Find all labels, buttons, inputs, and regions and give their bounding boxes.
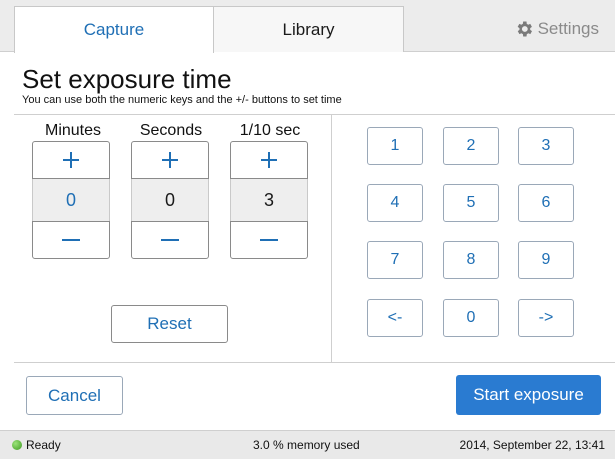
key-3[interactable]: 3	[518, 127, 574, 165]
page-subtitle: You can use both the numeric keys and th…	[22, 94, 342, 106]
divider-vertical	[331, 115, 332, 362]
key-8[interactable]: 8	[443, 241, 499, 279]
tab-capture-label: Capture	[83, 20, 145, 39]
key-2[interactable]: 2	[443, 127, 499, 165]
divider-top	[14, 114, 615, 115]
gear-icon	[517, 21, 532, 37]
key-1[interactable]: 1	[367, 127, 423, 165]
status-bar: Ready 3.0 % memory used 2014, September …	[0, 430, 615, 459]
start-exposure-button[interactable]: Start exposure	[456, 375, 601, 415]
page-title: Set exposure time	[22, 64, 232, 94]
status-datetime: 2014, September 22, 13:41	[459, 438, 605, 452]
minutes-label: Minutes	[44, 122, 102, 139]
memory-usage: 3.0 % memory used	[253, 438, 360, 452]
tenths-stepper: 3	[230, 141, 308, 259]
key-0[interactable]: 0	[443, 299, 499, 337]
minus-icon	[161, 239, 179, 241]
status-ready: Ready	[12, 438, 61, 452]
tab-settings[interactable]: Settings	[404, 6, 609, 52]
minutes-increment-button[interactable]	[32, 141, 110, 179]
tenths-increment-button[interactable]	[230, 141, 308, 179]
minus-icon	[260, 239, 278, 241]
seconds-decrement-button[interactable]	[131, 221, 209, 259]
key-5[interactable]: 5	[443, 184, 499, 222]
key-7[interactable]: 7	[367, 241, 423, 279]
tab-bar: Capture Library Settings	[0, 0, 615, 53]
exposure-app: Capture Library Settings Set exposure ti…	[0, 0, 615, 459]
key-6[interactable]: 6	[518, 184, 574, 222]
tenths-decrement-button[interactable]	[230, 221, 308, 259]
minutes-value[interactable]: 0	[32, 179, 110, 221]
minutes-decrement-button[interactable]	[32, 221, 110, 259]
key-4[interactable]: 4	[367, 184, 423, 222]
plus-icon	[261, 152, 277, 168]
cancel-button[interactable]: Cancel	[26, 376, 123, 415]
key-forward[interactable]: ->	[518, 299, 574, 337]
tab-capture[interactable]: Capture	[14, 6, 214, 53]
plus-icon	[63, 152, 79, 168]
tab-settings-label: Settings	[537, 19, 599, 38]
divider-bottom	[14, 362, 615, 363]
seconds-label: Seconds	[139, 122, 203, 139]
tab-library-label: Library	[282, 19, 335, 39]
minutes-stepper: 0	[32, 141, 110, 259]
status-indicator-icon	[12, 440, 22, 450]
tenths-label: 1/10 sec	[239, 122, 301, 139]
seconds-stepper: 0	[131, 141, 209, 259]
plus-icon	[162, 152, 178, 168]
seconds-increment-button[interactable]	[131, 141, 209, 179]
reset-button[interactable]: Reset	[111, 305, 228, 343]
minus-icon	[62, 239, 80, 241]
key-9[interactable]: 9	[518, 241, 574, 279]
seconds-value[interactable]: 0	[131, 179, 209, 221]
status-state: Ready	[26, 438, 61, 452]
tenths-value[interactable]: 3	[230, 179, 308, 221]
tab-library[interactable]: Library	[214, 6, 404, 52]
key-backspace[interactable]: <-	[367, 299, 423, 337]
